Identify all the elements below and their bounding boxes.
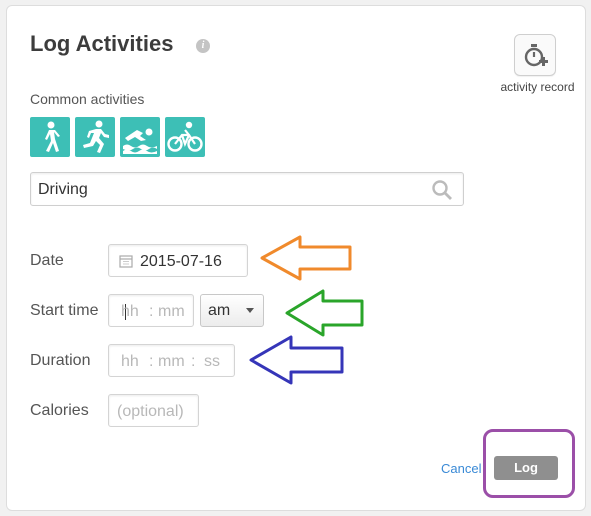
chevron-down-icon — [246, 308, 254, 313]
stopwatch-plus-icon — [524, 44, 548, 67]
start-hour-placeholder: hh — [121, 303, 139, 320]
cycling-icon — [167, 121, 203, 152]
activity-record-label: activity record — [500, 80, 575, 94]
start-time-label: Start time — [30, 302, 99, 319]
duration-minute-placeholder: mm — [158, 353, 185, 370]
ampm-select[interactable]: am — [200, 294, 264, 327]
search-value: Driving — [38, 181, 88, 198]
log-highlight-annotation — [483, 429, 575, 498]
duration-label: Duration — [30, 352, 91, 369]
activity-record-button[interactable] — [514, 34, 556, 76]
duration-separator-2: : — [191, 353, 196, 370]
date-field[interactable]: 2015-07-16 — [108, 244, 248, 277]
ampm-value: am — [208, 302, 231, 319]
page-title: Log Activities — [30, 31, 174, 56]
walking-icon — [45, 121, 60, 152]
info-icon[interactable]: i — [196, 39, 210, 53]
running-icon — [83, 120, 109, 153]
date-value: 2015-07-16 — [140, 253, 222, 270]
green-arrow-annotation — [285, 289, 364, 337]
duration-hour-placeholder: hh — [121, 353, 139, 370]
activity-swimming-button[interactable] — [120, 117, 160, 157]
swimming-icon — [123, 128, 157, 154]
activity-cycling-button[interactable] — [165, 117, 205, 157]
start-separator: : — [149, 303, 154, 320]
duration-field[interactable]: hh : mm : ss — [108, 344, 235, 377]
calendar-icon — [119, 255, 133, 268]
activity-walking-button[interactable] — [30, 117, 70, 157]
start-minute-placeholder: mm — [158, 303, 185, 320]
orange-arrow-annotation — [260, 235, 352, 281]
date-label: Date — [30, 252, 64, 269]
calories-label: Calories — [30, 402, 89, 419]
activity-search-input[interactable]: Driving — [30, 172, 464, 206]
common-activities-label: Common activities — [30, 91, 145, 107]
calories-field[interactable]: (optional) — [108, 394, 199, 427]
search-icon[interactable] — [431, 179, 453, 201]
start-time-field[interactable]: hh : mm — [108, 294, 194, 327]
duration-separator-1: : — [149, 353, 154, 370]
cancel-link[interactable]: Cancel — [441, 461, 481, 476]
calories-placeholder: (optional) — [117, 403, 184, 420]
blue-arrow-annotation — [249, 335, 344, 385]
activity-running-button[interactable] — [75, 117, 115, 157]
duration-second-placeholder: ss — [204, 353, 220, 370]
